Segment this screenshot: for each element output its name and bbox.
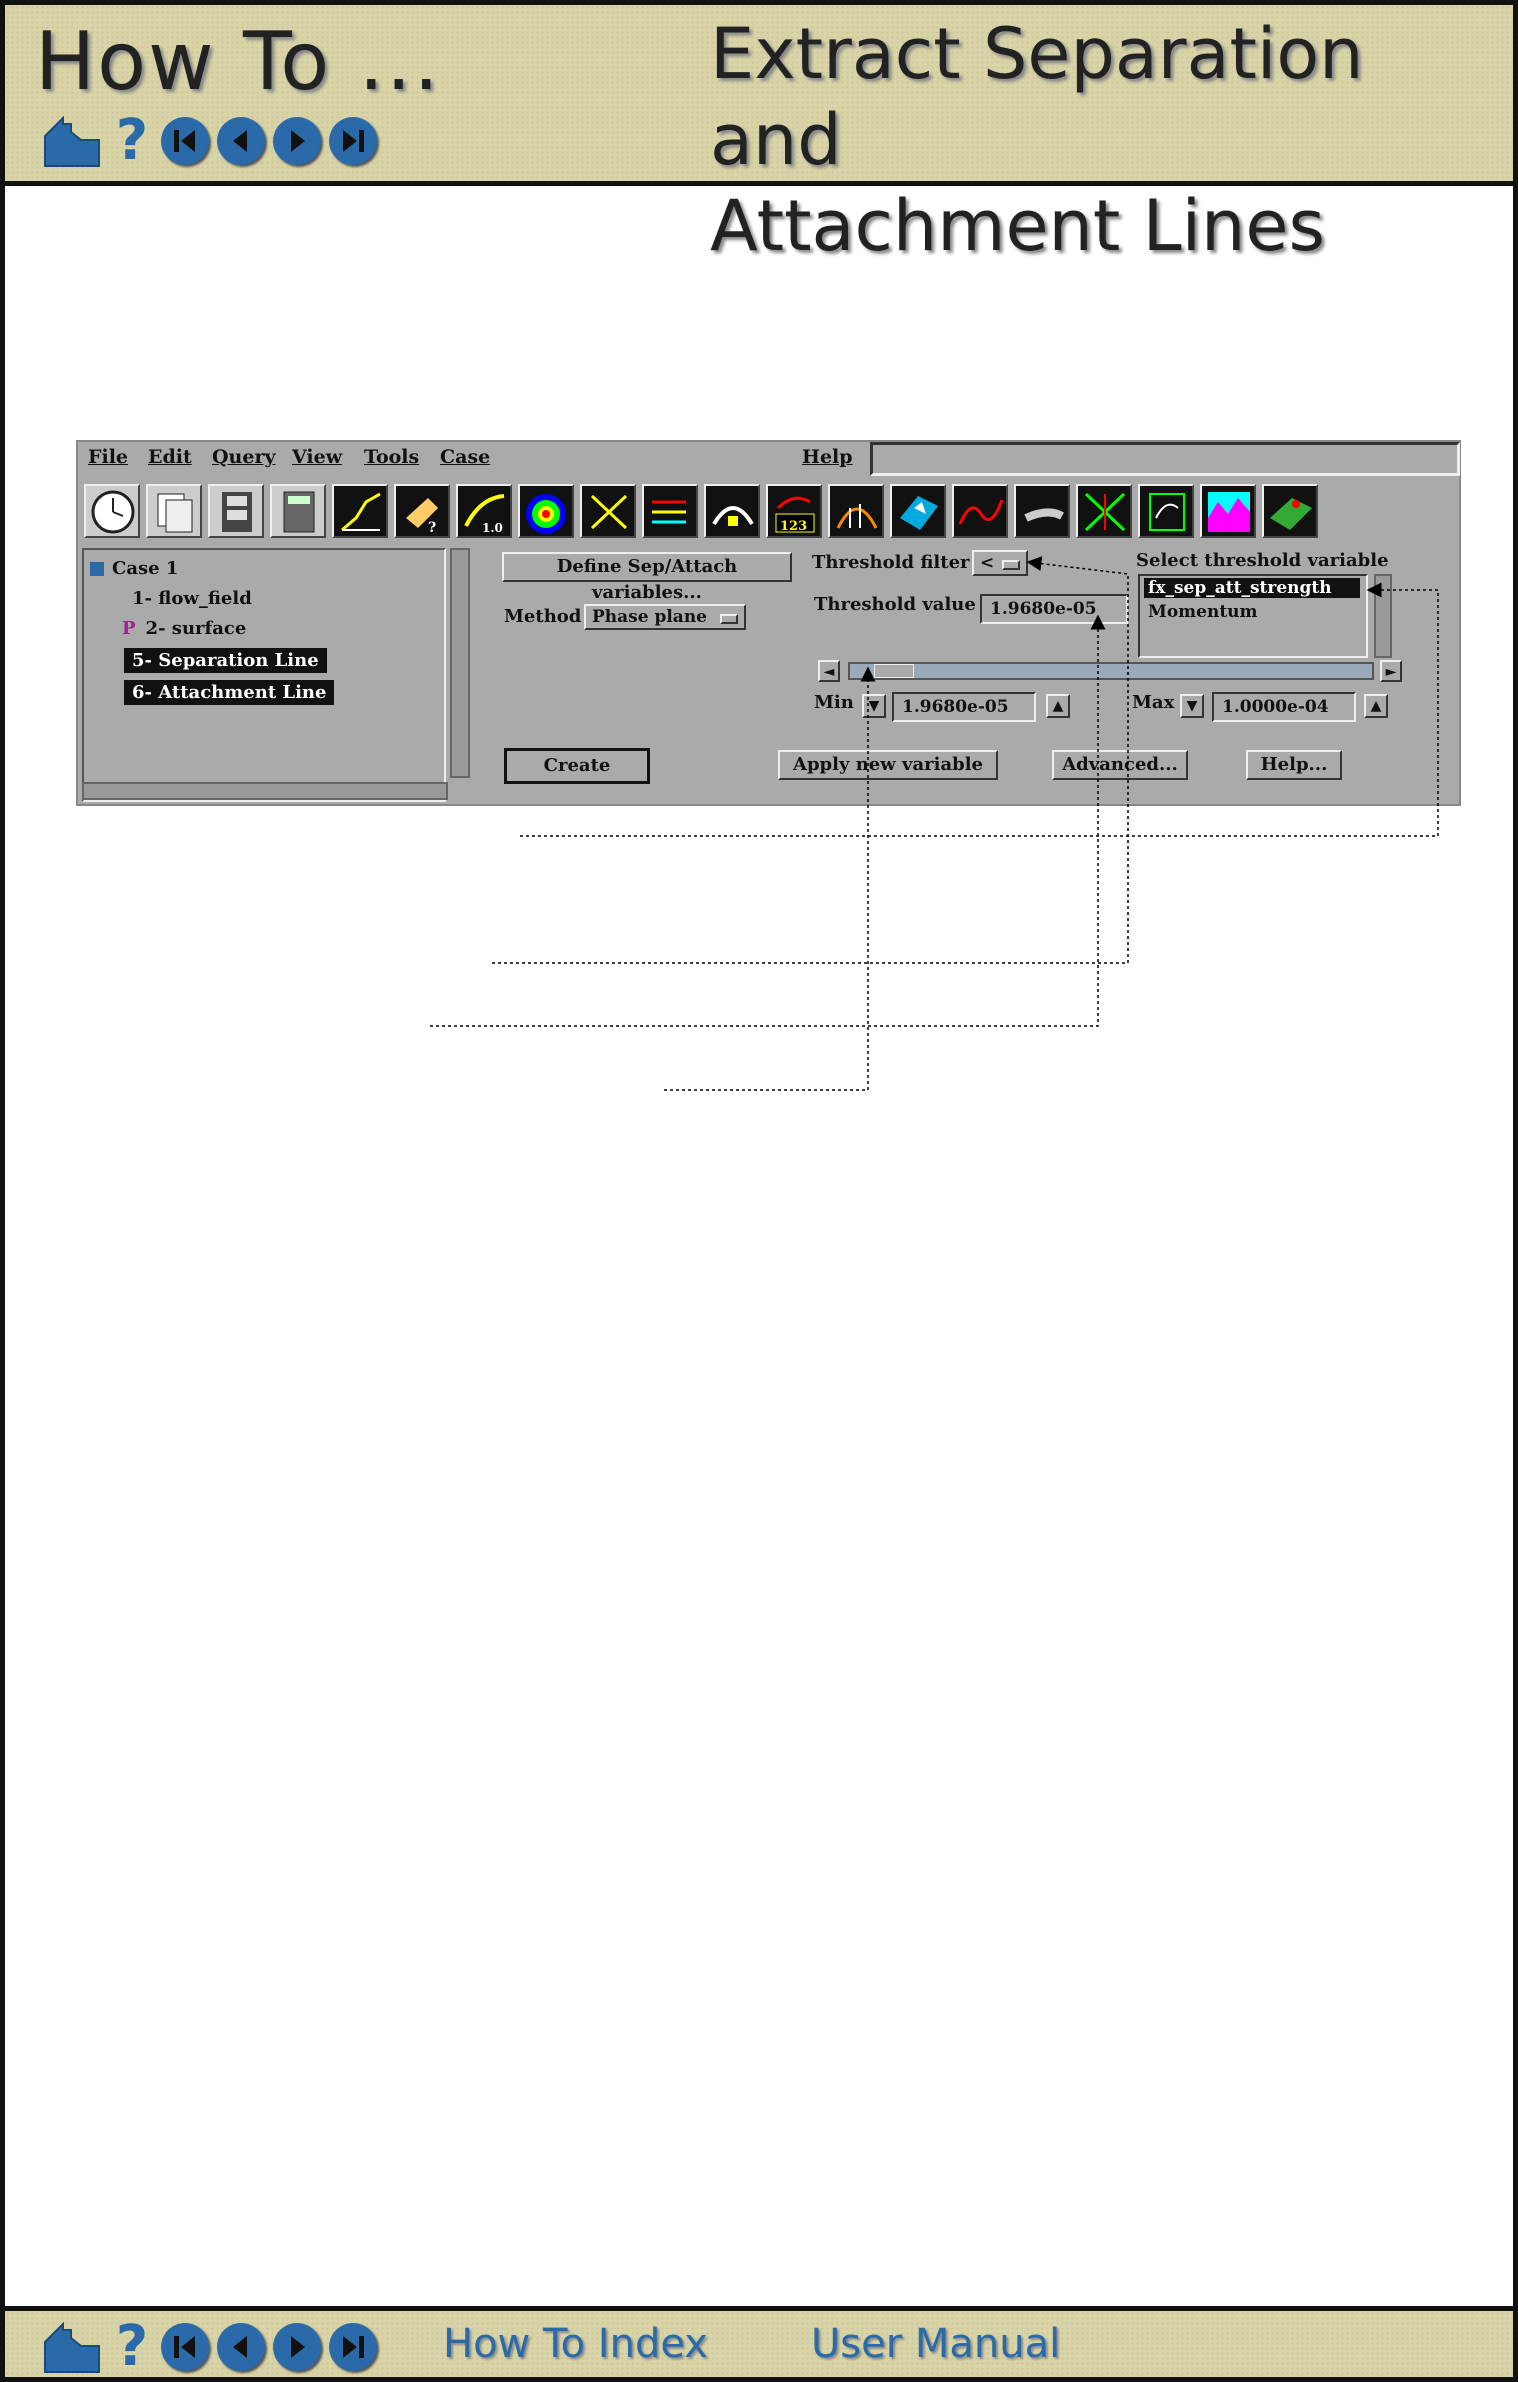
first-page-icon[interactable]: [161, 2323, 209, 2371]
home-icon[interactable]: [41, 2320, 103, 2374]
page-footer: ? How To Index User Manual: [0, 2306, 1518, 2382]
callout-threshold-filter: [492, 556, 1129, 964]
previous-page-icon[interactable]: [217, 2323, 265, 2371]
last-page-icon[interactable]: [329, 2323, 377, 2371]
how-to-index-link[interactable]: How To Index: [443, 2321, 708, 2367]
user-manual-link[interactable]: User Manual: [811, 2321, 1060, 2367]
callout-lines: [430, 556, 1439, 1091]
help-icon[interactable]: ?: [111, 2319, 153, 2375]
next-page-icon[interactable]: [273, 2323, 321, 2371]
callout-threshold-value: [430, 614, 1106, 1027]
footer-nav: ?: [41, 2319, 377, 2375]
callout-variable-list: [520, 582, 1439, 837]
